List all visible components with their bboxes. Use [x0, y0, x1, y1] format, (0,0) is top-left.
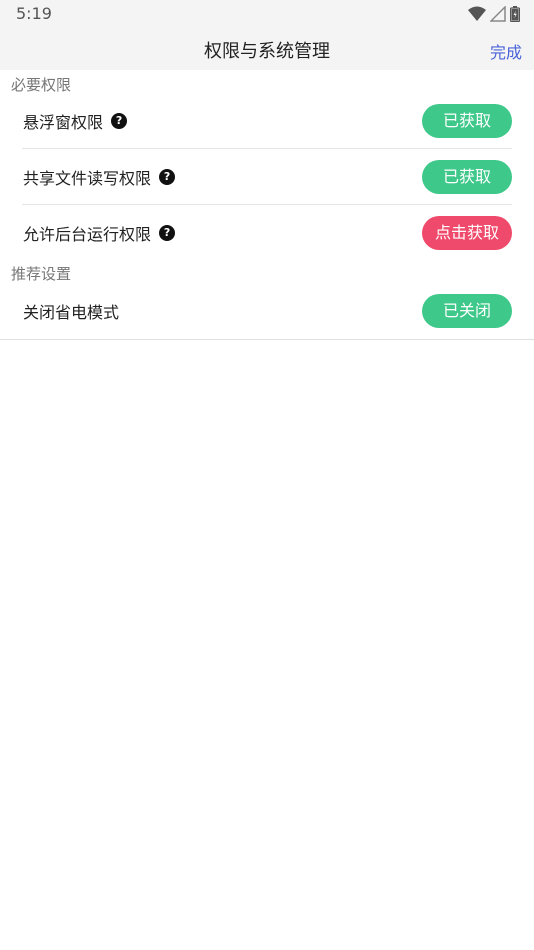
signal-icon — [490, 6, 506, 22]
help-icon[interactable]: ? — [159, 169, 176, 185]
permission-row-background-run: 允许后台运行权限 ? 点击获取 — [0, 205, 534, 261]
permission-label: 悬浮窗权限 — [23, 113, 104, 132]
done-button[interactable]: 完成 — [490, 39, 522, 63]
help-icon[interactable]: ? — [111, 113, 128, 129]
power-saving-status-button[interactable]: 已关闭 — [422, 294, 512, 328]
status-icons — [468, 5, 520, 23]
list-bottom-divider — [0, 339, 534, 340]
permission-label: 允许后台运行权限 — [23, 225, 152, 244]
permission-label: 共享文件读写权限 — [23, 169, 152, 188]
setting-row-power-saving: 关闭省电模式 已关闭 — [0, 283, 534, 339]
permission-row-floating-window: 悬浮窗权限 ? 已获取 — [0, 93, 534, 149]
floating-window-status-button[interactable]: 已获取 — [422, 104, 512, 138]
setting-label: 关闭省电模式 — [23, 303, 120, 322]
help-icon[interactable]: ? — [159, 225, 176, 241]
section-title-recommended: 推荐设置 — [11, 265, 72, 283]
status-time: 5:19 — [16, 4, 52, 23]
status-bar: 5:19 — [0, 0, 534, 28]
shared-files-status-button[interactable]: 已获取 — [422, 160, 512, 194]
wifi-icon — [468, 6, 486, 21]
background-run-acquire-button[interactable]: 点击获取 — [422, 216, 512, 250]
permission-row-shared-files: 共享文件读写权限 ? 已获取 — [0, 149, 534, 205]
title-bar: 权限与系统管理 完成 — [0, 28, 534, 70]
page-title: 权限与系统管理 — [204, 41, 330, 62]
battery-icon — [510, 6, 520, 22]
section-title-required: 必要权限 — [11, 76, 72, 94]
